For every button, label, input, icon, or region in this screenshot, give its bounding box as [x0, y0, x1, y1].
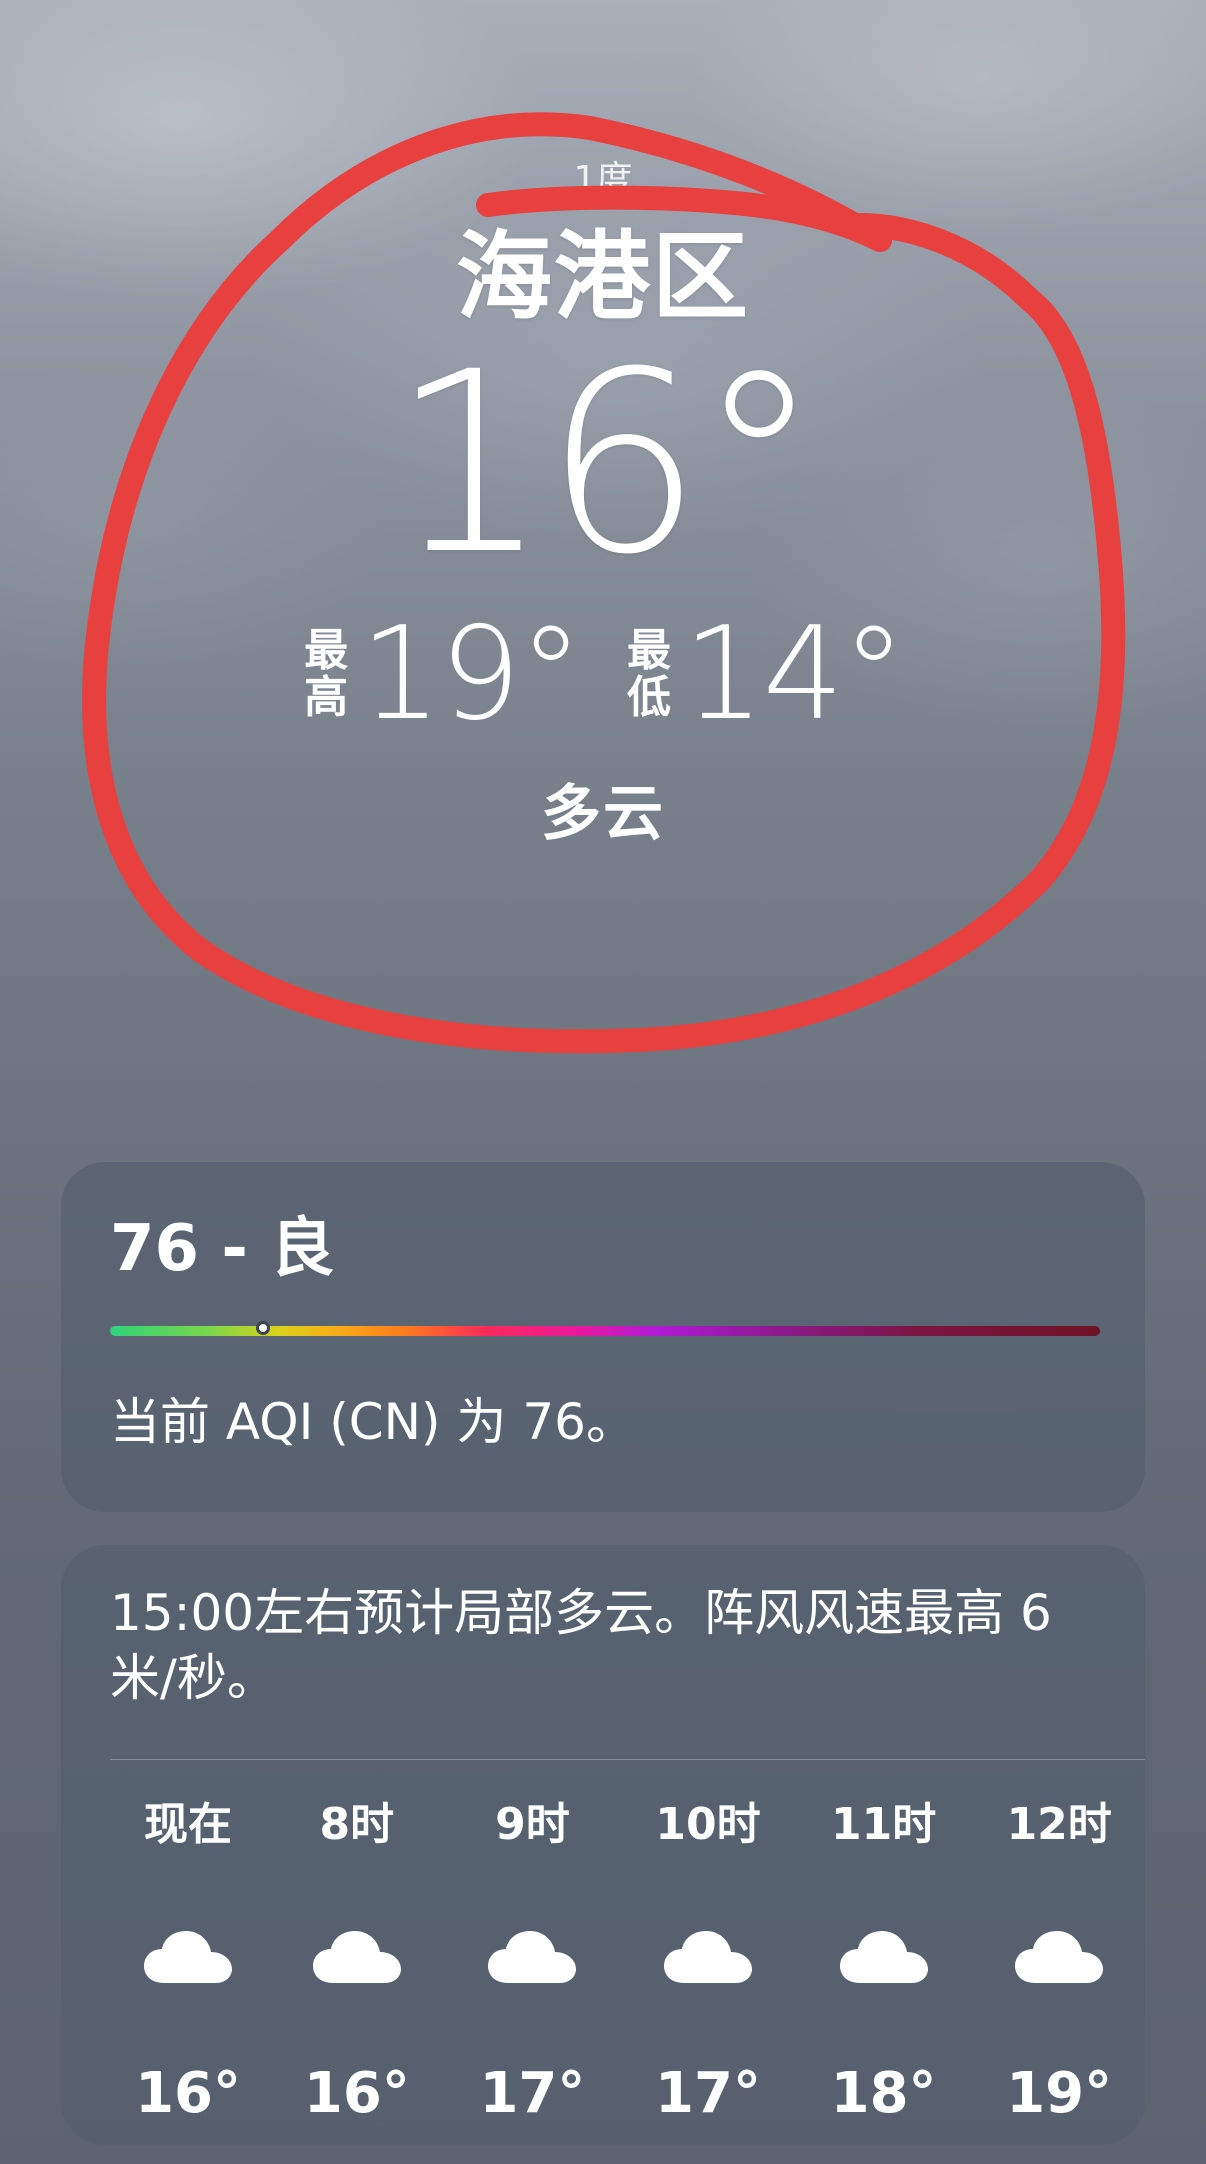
- aqi-title: 76 - 良: [110, 1212, 335, 1286]
- cloud-icon: [312, 1931, 401, 1983]
- hour-item: 11时 18°: [796, 1795, 972, 2126]
- hour-temperature: 17°: [655, 2061, 761, 2126]
- location-name: 海港区: [456, 221, 750, 333]
- hour-label: 10时: [655, 1799, 761, 1850]
- cloud-icon: [488, 1931, 577, 1983]
- low-label: 最低: [627, 625, 671, 723]
- hour-item: 10时 17°: [620, 1795, 796, 2126]
- high-label: 最高: [304, 625, 349, 723]
- hour-temperature: 16°: [135, 2061, 241, 2126]
- high-temperature: 最高 19°: [302, 599, 583, 749]
- hour-item: 9时 17°: [445, 1795, 621, 2126]
- air-quality-card[interactable]: 76 - 良 当前 AQI (CN) 为 76。: [61, 1162, 1145, 1512]
- hour-label: 9时: [495, 1799, 570, 1850]
- cloud-icon: [1015, 1931, 1104, 1983]
- hourly-forecast-card[interactable]: 15:00左右预计局部多云。阵风风速最高 6 米/秒。 现在 16° 8时 16…: [61, 1545, 1145, 2145]
- current-weather: 海港区 16° 最高 19° 最低 14° 多云: [0, 221, 1206, 852]
- low-value: 14°: [683, 599, 906, 749]
- hour-label: 现在: [144, 1799, 233, 1850]
- aqi-indicator-dot: [256, 1321, 271, 1336]
- hour-label: 11时: [830, 1799, 937, 1850]
- divider: [110, 1759, 1145, 1760]
- hour-temperature: 17°: [479, 2061, 586, 2126]
- low-temperature: 最低 14°: [625, 599, 906, 749]
- hourly-forecast-list[interactable]: 现在 16° 8时 16° 9时 17° 10时 17° 11时 18° 12时…: [107, 1795, 1147, 2126]
- aqi-scale-bar: [110, 1321, 1100, 1337]
- aqi-description: 当前 AQI (CN) 为 76。: [110, 1393, 636, 1452]
- hour-item: 现在 16°: [107, 1795, 269, 2126]
- hour-temperature: 16°: [303, 2061, 410, 2126]
- forecast-summary: 15:00左右预计局部多云。阵风风速最高 6 米/秒。: [110, 1584, 1052, 1707]
- hour-temperature: 19°: [1006, 2061, 1113, 2126]
- hour-label: 8时: [319, 1799, 395, 1850]
- hour-item: 12时 19°: [971, 1795, 1147, 2126]
- partially-hidden-text: 1度: [573, 159, 633, 200]
- cloud-icon: [664, 1931, 753, 1983]
- high-low-temperatures: 最高 19° 最低 14°: [0, 599, 1206, 749]
- high-value: 19°: [360, 599, 583, 749]
- cloud-icon: [839, 1931, 928, 1983]
- hour-label: 12时: [1006, 1799, 1112, 1850]
- hour-temperature: 18°: [830, 2061, 937, 2126]
- cloud-icon: [144, 1931, 233, 1983]
- current-temperature: 16°: [390, 317, 821, 609]
- weather-condition: 多云: [541, 778, 665, 849]
- hour-item: 8时 16°: [269, 1795, 445, 2126]
